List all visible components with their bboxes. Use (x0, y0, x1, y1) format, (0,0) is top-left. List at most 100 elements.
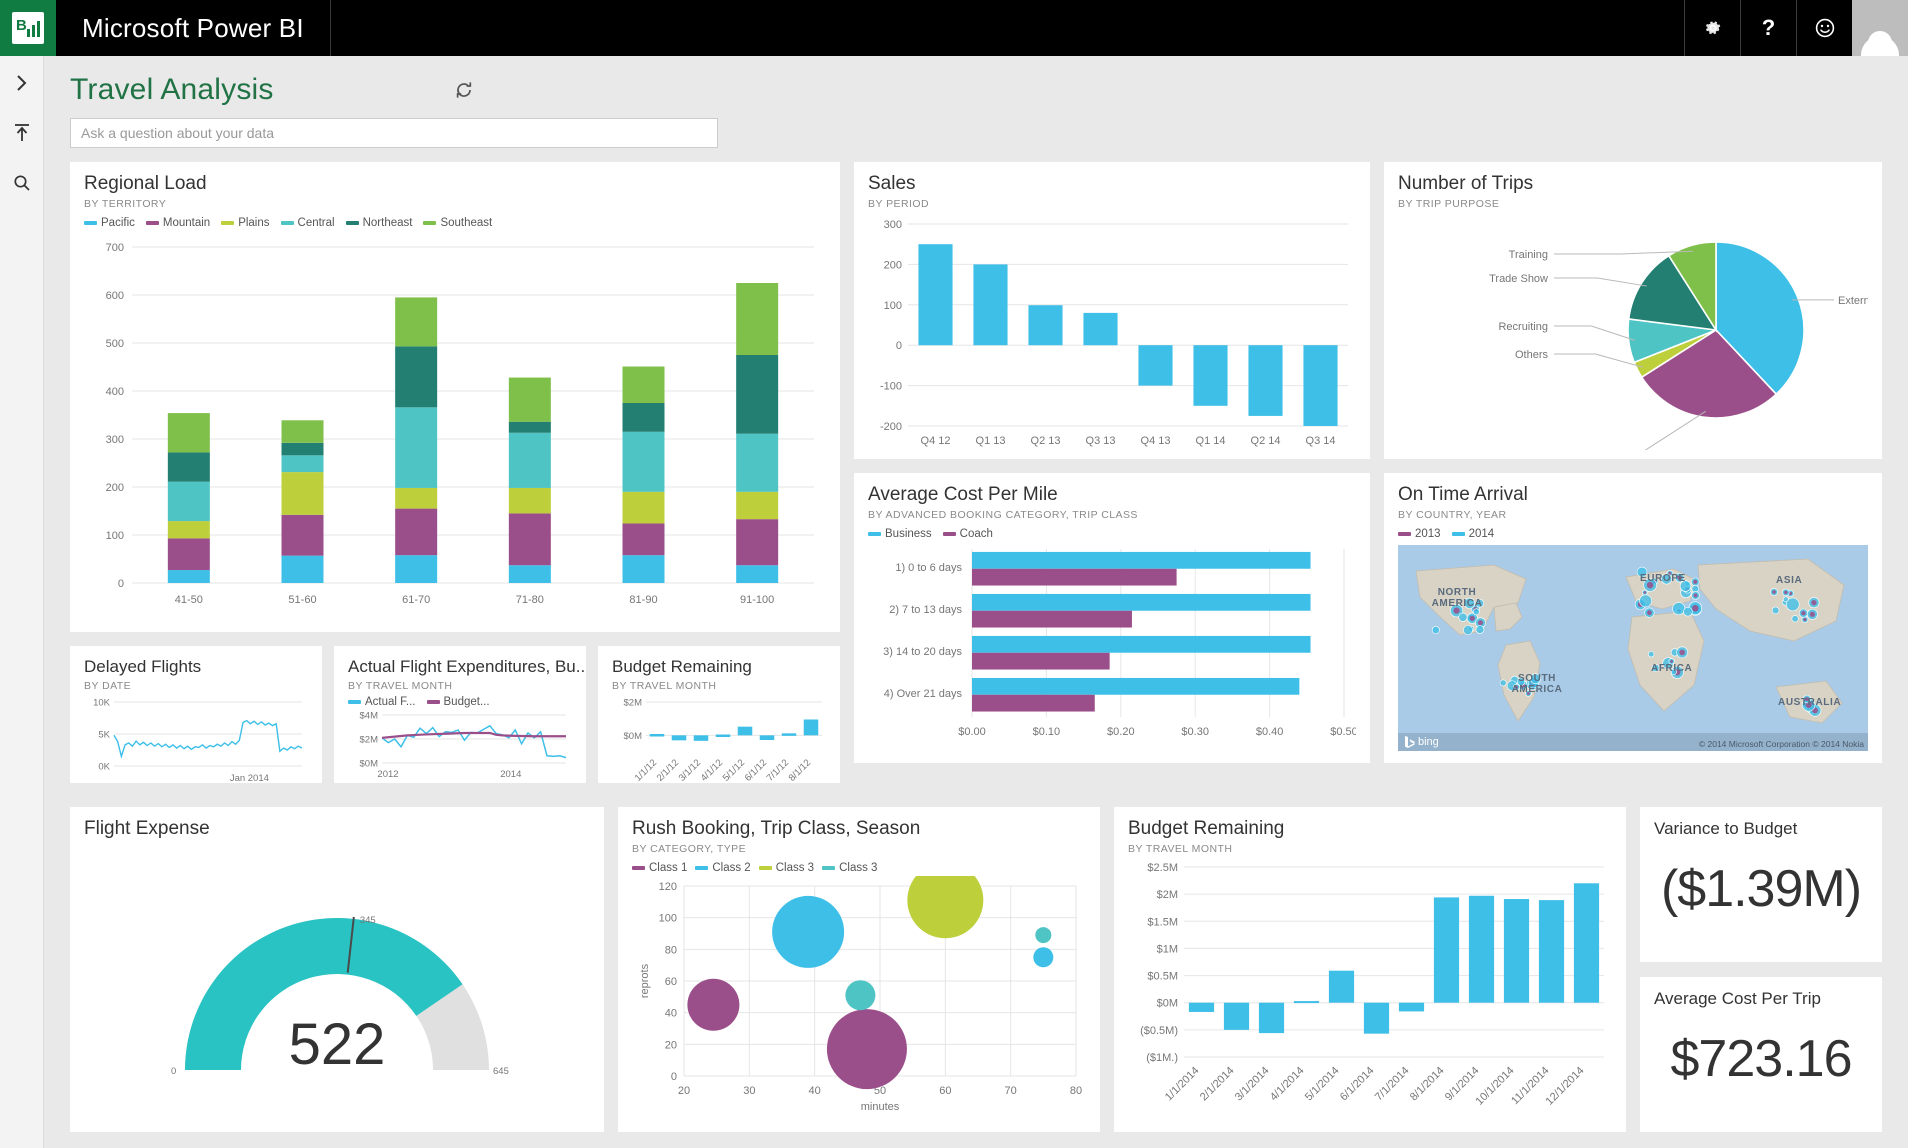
bar-segment[interactable] (623, 492, 665, 524)
upload-icon[interactable] (7, 118, 37, 148)
bar[interactable] (1259, 1003, 1284, 1033)
map-bubble[interactable] (1692, 585, 1699, 592)
bar[interactable] (1248, 345, 1282, 416)
bar[interactable] (972, 695, 1095, 712)
map-bubble[interactable] (1459, 613, 1467, 621)
map-bubble[interactable] (1473, 609, 1479, 615)
tile-sales[interactable]: Sales BY PERIOD -200-1000100200300Q4 12Q… (854, 162, 1370, 459)
tile-average-cost-per-trip[interactable]: Average Cost Per Trip $723.16 (1640, 977, 1882, 1132)
bar[interactable] (972, 569, 1177, 586)
bar-segment[interactable] (395, 297, 437, 346)
search-icon[interactable] (7, 168, 37, 198)
refresh-icon[interactable] (454, 80, 474, 100)
bar[interactable] (972, 552, 1311, 569)
scatter-bubble[interactable] (1035, 927, 1051, 943)
legend-item-actual[interactable]: Actual F... (348, 696, 416, 708)
legend-item-plains[interactable]: Plains (221, 217, 269, 229)
map-bubble[interactable] (1673, 602, 1685, 614)
legend-item-2014[interactable]: 2014 (1452, 528, 1495, 540)
scatter-bubble[interactable] (845, 980, 875, 1010)
bar-segment[interactable] (509, 433, 551, 488)
search-input[interactable] (70, 118, 718, 148)
bar[interactable] (1399, 1003, 1424, 1012)
bar[interactable] (1189, 1003, 1214, 1012)
bar[interactable] (1434, 897, 1459, 1002)
avg-cost-per-mile-chart[interactable]: $0.00$0.10$0.20$0.30$0.40$0.501) 0 to 6 … (868, 543, 1356, 743)
map-bubble[interactable] (1683, 607, 1692, 616)
legend-item-pacific[interactable]: Pacific (84, 217, 135, 229)
bar[interactable] (1294, 1001, 1319, 1003)
bar-segment[interactable] (395, 488, 437, 509)
bar[interactable] (1539, 900, 1564, 1003)
bar-segment[interactable] (736, 519, 778, 565)
help-icon[interactable]: ? (1740, 0, 1796, 56)
tile-budget-remaining-large[interactable]: Budget Remaining BY TRAVEL MONTH $2.5M$2… (1114, 807, 1626, 1132)
bar-segment[interactable] (168, 538, 210, 570)
map-bubble[interactable] (1648, 651, 1654, 657)
bar-segment[interactable] (282, 472, 324, 515)
legend-item-coach[interactable]: Coach (943, 528, 993, 540)
map-bubble[interactable] (1463, 625, 1472, 634)
bar[interactable] (918, 244, 952, 345)
legend-item-budget[interactable]: Budget... (427, 696, 490, 708)
legend-item-class-1[interactable]: Class 1 (632, 862, 687, 874)
tile-rush-booking[interactable]: Rush Booking, Trip Class, Season BY CATE… (618, 807, 1100, 1132)
legend-item-northeast[interactable]: Northeast (346, 217, 413, 229)
map-bubble[interactable] (1432, 626, 1439, 633)
bar[interactable] (1028, 305, 1062, 345)
bing-logo[interactable]: bing (1404, 736, 1439, 748)
legend-item-southeast[interactable]: Southeast (423, 217, 492, 229)
bar-segment[interactable] (736, 283, 778, 355)
bar-segment[interactable] (509, 513, 551, 565)
bar[interactable] (1224, 1003, 1249, 1030)
bar-segment[interactable] (509, 377, 551, 421)
avatar[interactable] (1852, 0, 1908, 56)
bar-segment[interactable] (623, 432, 665, 492)
bar[interactable] (1193, 345, 1227, 406)
bar[interactable] (1574, 883, 1599, 1002)
number-of-trips-pie[interactable]: TrainingTrade ShowRecruitingOthersIntern… (1398, 212, 1868, 450)
delayed-flights-chart[interactable]: 0K5K10KJan 2014 (84, 694, 308, 783)
bar-segment[interactable] (168, 482, 210, 521)
bar-segment[interactable] (509, 565, 551, 583)
bar-segment[interactable] (736, 355, 778, 434)
bar[interactable] (972, 611, 1132, 628)
budget-remaining-large-chart[interactable]: $2.5M$2M$1.5M$1M$0.5M$0M($0.5M)($1M.)1/1… (1128, 857, 1612, 1129)
bar[interactable] (760, 735, 775, 740)
bar[interactable] (804, 719, 819, 735)
bar-segment[interactable] (736, 434, 778, 492)
bar[interactable] (650, 734, 665, 737)
legend-item-mountain[interactable]: Mountain (146, 217, 210, 229)
bar-segment[interactable] (623, 403, 665, 432)
gear-icon[interactable] (1684, 0, 1740, 56)
bar-segment[interactable] (623, 366, 665, 402)
bar[interactable] (972, 653, 1110, 670)
rush-booking-scatter[interactable]: 02040608010012020304050607080minutesrepr… (632, 876, 1086, 1116)
powerbi-logo-icon[interactable]: B (0, 0, 56, 56)
regional-load-chart[interactable]: 010020030040050060070041-5051-6061-7071-… (84, 233, 824, 613)
tile-on-time-arrival[interactable]: On Time Arrival BY COUNTRY, YEAR 2013 20… (1384, 473, 1882, 763)
legend-item-class-3b[interactable]: Class 3 (822, 862, 877, 874)
bar[interactable] (782, 733, 797, 736)
legend-item-2013[interactable]: 2013 (1398, 528, 1441, 540)
tile-variance-to-budget[interactable]: Variance to Budget ($1.39M) (1640, 807, 1882, 962)
world-map[interactable]: NORTH AMERICA SOUTH AMERICA EUROPE AFRIC… (1398, 545, 1868, 751)
smiley-icon[interactable] (1796, 0, 1852, 56)
map-bubble[interactable] (1792, 615, 1799, 622)
bar-segment[interactable] (623, 523, 665, 555)
bar[interactable] (1329, 971, 1354, 1003)
bar-segment[interactable] (282, 515, 324, 556)
bar[interactable] (716, 734, 731, 737)
budget-remaining-small-chart[interactable]: $0M$2M1/1/122/1/123/1/124/1/125/1/126/1/… (612, 694, 826, 783)
tile-number-of-trips[interactable]: Number of Trips BY TRIP PURPOSE Training… (1384, 162, 1882, 459)
bar-segment[interactable] (395, 346, 437, 407)
expand-nav-icon[interactable] (7, 68, 37, 98)
scatter-bubble[interactable] (687, 979, 739, 1031)
bar-segment[interactable] (168, 570, 210, 583)
tile-actual-flight-expenditures[interactable]: Actual Flight Expenditures, Bu... BY TRA… (334, 646, 586, 783)
actual-flight-expenditures-chart[interactable]: $0M$2M$4M20122014 (348, 709, 572, 781)
bar[interactable] (1364, 1003, 1389, 1034)
bar[interactable] (972, 636, 1311, 653)
flight-expense-gauge[interactable]: 3450645522 (84, 848, 590, 1128)
bar-segment[interactable] (168, 521, 210, 538)
